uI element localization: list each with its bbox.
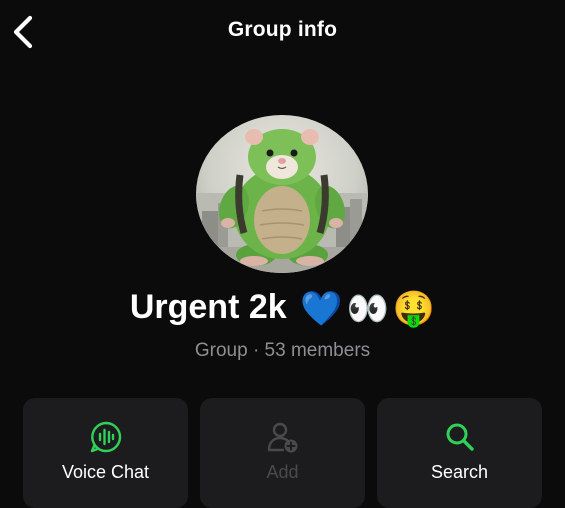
page-title: Group info [227, 18, 338, 41]
eyes-emoji: 👀 [346, 290, 389, 329]
header: Group info [0, 0, 565, 64]
group-subtitle: Group · 53 members [0, 340, 565, 362]
add-button[interactable]: Add [200, 398, 365, 508]
search-label: Search [430, 462, 489, 482]
voice-chat-label: Voice Chat [61, 462, 150, 482]
group-name-text: Urgent 2k [129, 288, 287, 326]
green-hamster-avatar [196, 129, 368, 273]
voice-chat-icon [90, 421, 121, 453]
action-bar: Voice Chat Add Search [23, 398, 543, 508]
search-button[interactable]: Search [377, 398, 542, 508]
money-mouth-face-emoji: 🤑 [392, 290, 436, 329]
voice-chat-button[interactable]: Voice Chat [23, 398, 188, 508]
group-type: Group [194, 340, 248, 361]
member-count: 53 members [264, 340, 371, 361]
add-person-icon [267, 422, 297, 453]
group-name: Urgent 2k 💙 👀 🤑 [0, 288, 565, 329]
search-icon [446, 423, 474, 451]
blue-heart-emoji: 💙 [300, 290, 343, 329]
subtitle-separator: · [252, 340, 260, 361]
add-label: Add [266, 462, 299, 482]
group-avatar[interactable] [196, 115, 368, 273]
